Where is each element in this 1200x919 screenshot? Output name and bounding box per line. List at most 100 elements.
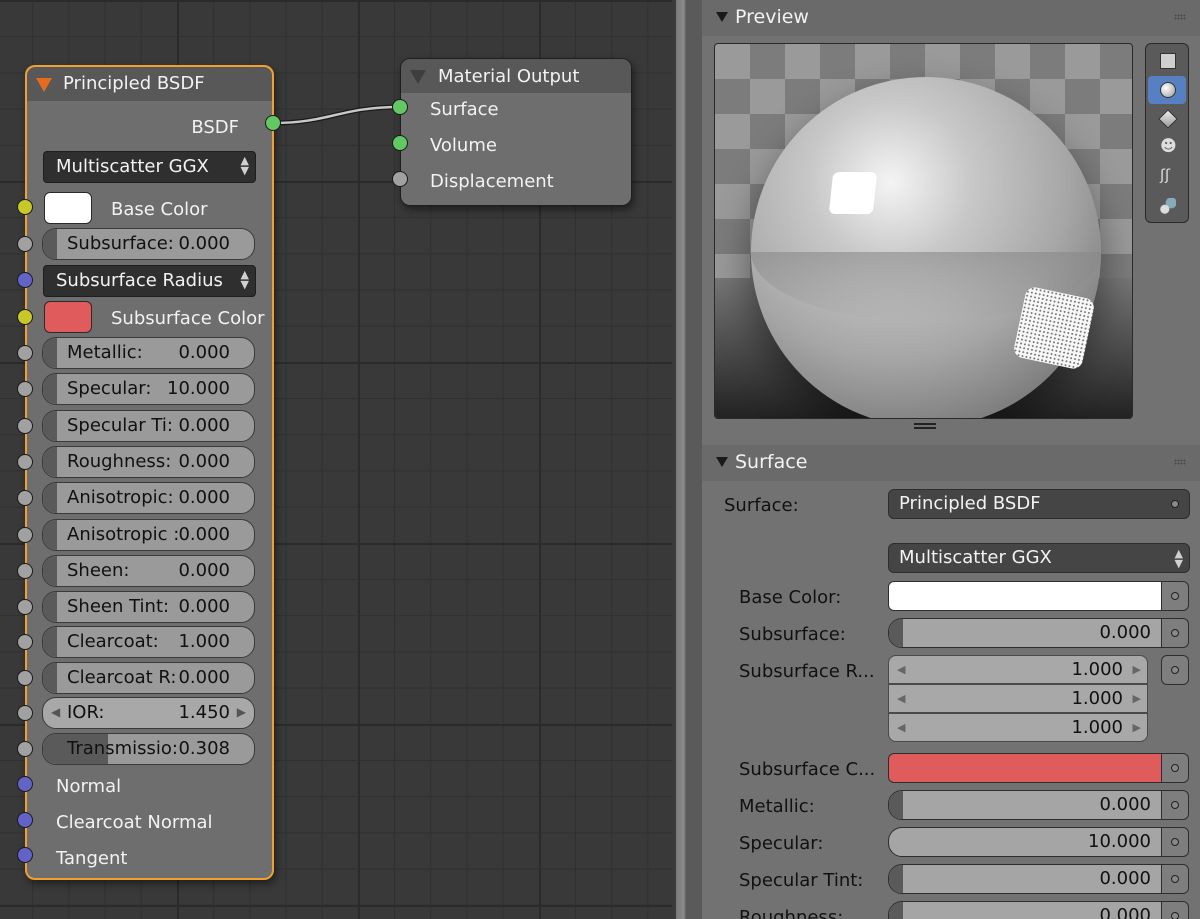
collapse-triangle-icon[interactable] xyxy=(716,457,728,467)
sheen-tint-socket[interactable] xyxy=(17,599,33,615)
decrement-arrow-icon[interactable]: ◀ xyxy=(897,663,905,676)
metallic-slider[interactable]: Metallic: 0.000 xyxy=(42,337,255,369)
clearcoat-roughness-socket[interactable] xyxy=(17,670,33,686)
subsurface-color-field[interactable] xyxy=(888,753,1162,783)
area-divider[interactable] xyxy=(672,0,702,919)
transmission-label: Transmissio: xyxy=(67,738,178,759)
displacement-input-socket[interactable] xyxy=(392,171,408,187)
socket-link-icon xyxy=(1171,629,1179,637)
preview-flat-button[interactable] xyxy=(1148,47,1186,75)
specular-link-button[interactable] xyxy=(1161,827,1189,857)
increment-arrow-icon[interactable]: ▶ xyxy=(1133,721,1141,734)
drag-grip-icon[interactable] xyxy=(1174,459,1186,465)
subsurface-radius-y[interactable]: ◀ 1.000 ▶ xyxy=(888,684,1148,713)
surface-input-socket[interactable] xyxy=(392,99,408,115)
sheen-socket[interactable] xyxy=(17,563,33,579)
increment-arrow-icon[interactable]: ▶ xyxy=(237,705,246,719)
specular-tint-slider[interactable]: 0.000 xyxy=(888,864,1162,894)
decrement-arrow-icon[interactable]: ◀ xyxy=(897,721,905,734)
subsurface-color-socket[interactable] xyxy=(17,309,33,325)
subsurface-slider[interactable]: 0.000 xyxy=(888,618,1162,648)
preview-panel-header[interactable]: Preview xyxy=(702,0,1200,36)
node-header[interactable]: Principled BSDF xyxy=(27,67,272,101)
ior-socket[interactable] xyxy=(17,705,33,721)
transmission-socket[interactable] xyxy=(17,741,33,757)
ior-slider[interactable]: ◀ ▶ IOR: 1.450 xyxy=(42,697,255,729)
subsurface-method-dropdown[interactable]: Subsurface Radius ▲ ▼ xyxy=(43,265,256,297)
subsurface-radius-z[interactable]: ◀ 1.000 ▶ xyxy=(888,713,1148,742)
tangent-socket[interactable] xyxy=(17,847,33,863)
clearcoat-socket[interactable] xyxy=(17,634,33,650)
increment-arrow-icon[interactable]: ▶ xyxy=(1133,663,1141,676)
anisotropic-rotation-slider[interactable]: Anisotropic :0.000 xyxy=(42,519,255,551)
clearcoat-slider[interactable]: Clearcoat: 1.000 xyxy=(42,626,255,658)
preview-monkey-button[interactable]: ☻ xyxy=(1148,134,1186,162)
base-color-link-button[interactable] xyxy=(1161,581,1189,611)
collapse-triangle-icon[interactable] xyxy=(410,70,426,84)
surface-panel-header[interactable]: Surface xyxy=(702,445,1200,481)
specular-value: 10.000 xyxy=(1088,831,1151,852)
clearcoat-roughness-value: 0.000 xyxy=(178,667,230,688)
subsurface-color-swatch[interactable] xyxy=(44,301,92,333)
distribution-dropdown-props[interactable]: Multiscatter GGX ▲ ▼ xyxy=(888,543,1190,573)
specular-tint-socket[interactable] xyxy=(17,418,33,434)
clearcoat-roughness-slider[interactable]: Clearcoat R: 0.000 xyxy=(42,662,255,694)
roughness-socket[interactable] xyxy=(17,454,33,470)
metallic-socket[interactable] xyxy=(17,345,33,361)
transmission-slider[interactable]: Transmissio: 0.308 xyxy=(42,733,255,765)
subsurface-radius-link-button[interactable] xyxy=(1161,655,1189,685)
bsdf-output-socket[interactable] xyxy=(265,115,281,131)
distribution-dropdown[interactable]: Multiscatter GGX ▲ ▼ xyxy=(43,151,256,183)
subsurface-radius-x[interactable]: ◀ 1.000 ▶ xyxy=(888,655,1148,684)
sheen-tint-slider[interactable]: Sheen Tint: 0.000 xyxy=(42,591,255,623)
anisotropic-socket[interactable] xyxy=(17,490,33,506)
roughness-slider[interactable]: 0.000 xyxy=(888,901,1162,919)
decrement-arrow-icon[interactable]: ◀ xyxy=(51,705,60,719)
increment-arrow-icon[interactable]: ▶ xyxy=(1133,692,1141,705)
base-color-swatch[interactable] xyxy=(44,192,92,224)
slider-fill xyxy=(43,663,57,693)
preview-cube-button[interactable] xyxy=(1148,105,1186,133)
decrement-arrow-icon[interactable]: ◀ xyxy=(897,692,905,705)
subsurface-slider[interactable]: Subsurface: 0.000 xyxy=(42,228,255,260)
socket-link-icon xyxy=(1171,500,1179,508)
normal-socket[interactable] xyxy=(17,776,33,792)
volume-input-socket[interactable] xyxy=(392,135,408,151)
anisotropic-rotation-socket[interactable] xyxy=(17,527,33,543)
roughness-link-button[interactable] xyxy=(1161,901,1189,919)
node-header[interactable]: Material Output xyxy=(401,59,631,93)
anisotropic-slider[interactable]: Anisotropic: 0.000 xyxy=(42,482,255,514)
specular-tint-slider[interactable]: Specular Ti: 0.000 xyxy=(42,410,255,442)
metallic-link-button[interactable] xyxy=(1161,790,1189,820)
preview-sphere-sky-button[interactable] xyxy=(1148,192,1186,220)
subsurface-color-link-button[interactable] xyxy=(1161,753,1189,783)
tangent-input-label: Tangent xyxy=(56,848,128,869)
collapse-triangle-icon[interactable] xyxy=(36,78,52,92)
subsurface-socket[interactable] xyxy=(17,236,33,252)
specular-slider[interactable]: Specular: 10.000 xyxy=(42,373,255,405)
specular-tint-value: 0.000 xyxy=(178,415,230,436)
sphere-icon xyxy=(1160,82,1176,98)
preview-sphere-button[interactable] xyxy=(1148,76,1186,104)
sheen-slider[interactable]: Sheen: 0.000 xyxy=(42,555,255,587)
anisotropic-label: Anisotropic: xyxy=(67,487,174,508)
preview-resize-handle[interactable] xyxy=(914,423,936,429)
clearcoat-normal-socket[interactable] xyxy=(17,812,33,828)
specular-tint-value: 0.000 xyxy=(1099,868,1151,889)
metallic-slider[interactable]: 0.000 xyxy=(888,790,1162,820)
collapse-triangle-icon[interactable] xyxy=(716,12,728,22)
specular-socket[interactable] xyxy=(17,381,33,397)
drag-grip-icon[interactable] xyxy=(1174,14,1186,20)
subsurface-link-button[interactable] xyxy=(1161,618,1189,648)
base-color-field[interactable] xyxy=(888,581,1162,611)
material-output-node[interactable]: Material Output Surface Volume Displacem… xyxy=(400,58,632,206)
subsurface-radius-socket[interactable] xyxy=(17,272,33,288)
surface-shader-dropdown[interactable]: Principled BSDF xyxy=(888,489,1190,519)
roughness-slider[interactable]: Roughness: 0.000 xyxy=(42,446,255,478)
base-color-socket[interactable] xyxy=(17,199,33,215)
specular-slider[interactable]: 10.000 xyxy=(888,827,1162,857)
specular-tint-link-button[interactable] xyxy=(1161,864,1189,894)
slider-fill xyxy=(889,865,903,893)
preview-hair-button[interactable]: ʃʃ xyxy=(1148,163,1186,191)
node-editor[interactable]: Principled BSDF BSDF Multiscatter GGX ▲ ▼… xyxy=(0,0,672,919)
